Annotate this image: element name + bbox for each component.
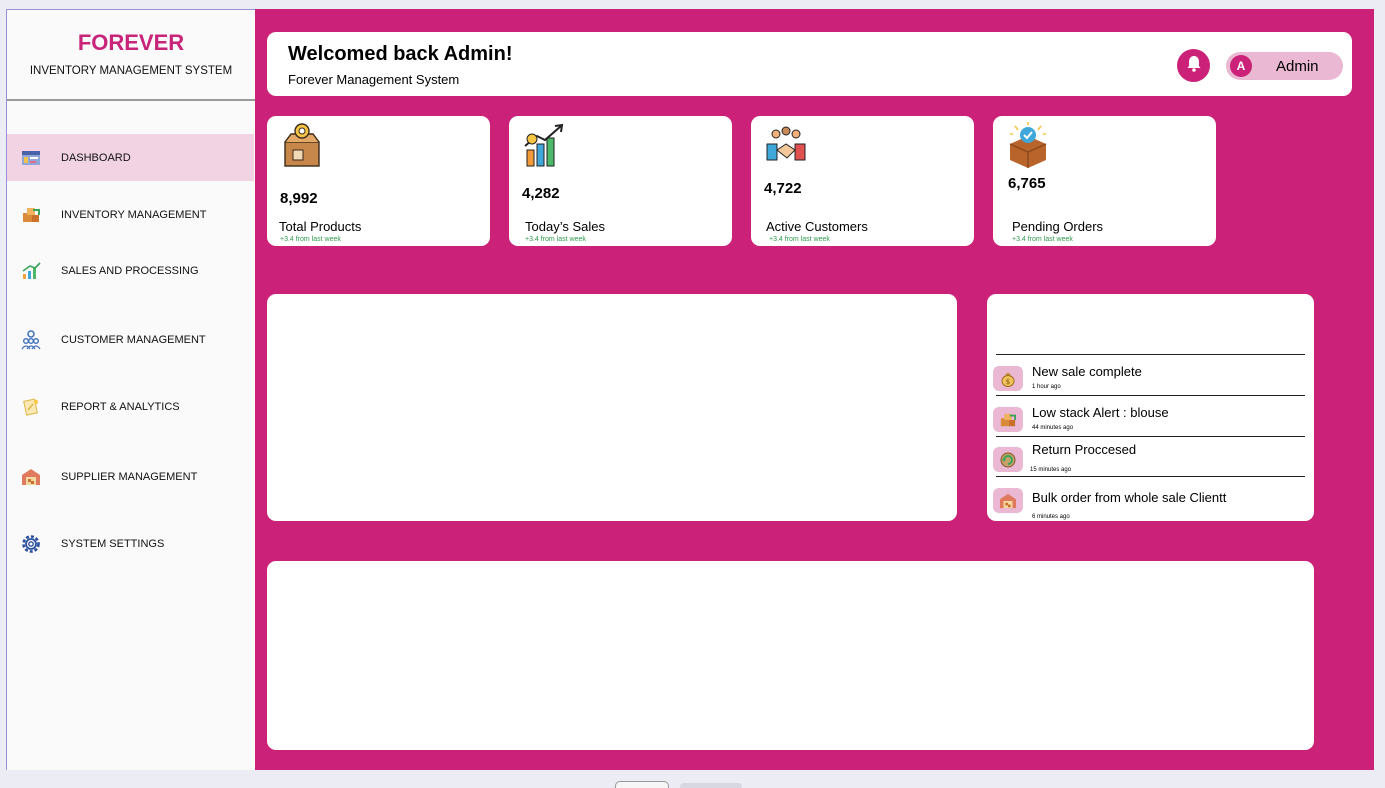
activity-title: Low stack Alert : blouse xyxy=(1032,405,1169,420)
welcome-title: Welcomed back Admin! xyxy=(288,43,513,65)
nav-label: INVENTORY MANAGEMENT xyxy=(61,209,207,221)
bottom-panel xyxy=(267,561,1314,750)
divider xyxy=(996,395,1305,396)
bell-icon xyxy=(1186,55,1202,77)
stat-label: Pending Orders xyxy=(1012,219,1104,234)
activity-title: Bulk order from whole sale Clientt xyxy=(1032,490,1227,505)
nav-item-dashboard[interactable]: DASHBOARD xyxy=(7,134,254,181)
avatar: A xyxy=(1230,55,1252,77)
stat-label: Active Customers xyxy=(766,219,868,234)
return-icon xyxy=(993,447,1023,472)
activity-item[interactable]: Return Proccesed 15 minutes ago xyxy=(991,442,1309,485)
nav-label: SUPPLIER MANAGEMENT xyxy=(61,471,198,483)
stat-card-total-products[interactable]: 8,992 Total Products +3.4 from last week xyxy=(267,116,490,246)
brand-subtitle: INVENTORY MANAGEMENT SYSTEM xyxy=(29,65,233,77)
handshake-icon xyxy=(763,122,809,168)
svg-text:$: $ xyxy=(1006,378,1010,386)
people-icon xyxy=(19,328,43,352)
recent-activity-panel: $ New sale complete 1 hour ago Low stack… xyxy=(987,294,1314,521)
order-box-icon xyxy=(1005,122,1051,168)
activity-time: 1 hour ago xyxy=(1032,384,1061,390)
boxes-icon xyxy=(993,407,1023,432)
nav-item-settings[interactable]: SYSTEM SETTINGS xyxy=(7,531,254,557)
stat-trend: +3.4 from last week xyxy=(525,236,586,243)
nav-label: SALES AND PROCESSING xyxy=(61,265,199,277)
user-name: Admin xyxy=(1276,57,1319,75)
activity-time: 6 minutes ago xyxy=(1032,514,1070,520)
chart-panel xyxy=(267,294,957,521)
stat-trend: +3.4 from last week xyxy=(1012,236,1073,243)
stat-card-todays-sales[interactable]: 4,282 Today’s Sales +3.4 from last week xyxy=(509,116,732,246)
nav-item-sales[interactable]: SALES AND PROCESSING xyxy=(7,258,254,284)
stat-label: Today’s Sales xyxy=(525,219,605,234)
activity-time: 15 minutes ago xyxy=(1030,467,1072,473)
divider xyxy=(996,436,1305,437)
user-menu[interactable]: A Admin xyxy=(1226,52,1343,80)
stat-value: 8,992 xyxy=(280,190,318,207)
stat-card-pending-orders[interactable]: 6,765 Pending Orders +3.4 from last week xyxy=(993,116,1216,246)
main-content: Welcomed back Admin! Forever Management … xyxy=(255,9,1374,770)
nav-item-suppliers[interactable]: SUPPLIER MANAGEMENT xyxy=(7,464,254,490)
report-icon xyxy=(19,395,43,419)
taskbar-item[interactable] xyxy=(615,781,669,788)
header: Welcomed back Admin! Forever Management … xyxy=(267,32,1352,96)
sales-growth-icon xyxy=(521,122,567,168)
nav-label: DASHBOARD xyxy=(61,151,131,164)
money-bag-icon: $ xyxy=(993,366,1023,391)
stat-value: 4,282 xyxy=(522,185,560,202)
welcome-subtitle: Forever Management System xyxy=(288,72,460,87)
activity-item[interactable]: $ New sale complete 1 hour ago xyxy=(991,364,1309,404)
product-box-icon xyxy=(279,122,325,168)
activity-title: New sale complete xyxy=(1032,364,1142,379)
warehouse-icon xyxy=(993,488,1023,513)
dashboard-icon xyxy=(19,146,43,170)
activity-item[interactable]: Bulk order from whole sale Clientt 6 min… xyxy=(991,486,1309,521)
divider xyxy=(996,476,1305,477)
stat-trend: +3.4 from last week xyxy=(280,236,341,243)
boxes-icon xyxy=(19,203,43,227)
nav-item-customers[interactable]: CUSTOMER MANAGEMENT xyxy=(7,327,254,353)
stat-value: 6,765 xyxy=(1008,175,1046,192)
stat-trend: +3.4 from last week xyxy=(769,236,830,243)
nav-label: REPORT & ANALYTICS xyxy=(61,401,180,413)
stat-card-active-customers[interactable]: 4,722 Active Customers +3.4 from last we… xyxy=(751,116,974,246)
warehouse-icon xyxy=(19,465,43,489)
nav-item-reports[interactable]: REPORT & ANALYTICS xyxy=(7,394,254,420)
activity-title: Return Proccesed xyxy=(1032,442,1137,457)
stat-label: Total Products xyxy=(279,219,362,234)
gear-icon xyxy=(19,532,43,556)
notification-button[interactable] xyxy=(1177,49,1210,82)
taskbar-item[interactable] xyxy=(680,783,742,788)
bar-chart-icon xyxy=(19,259,43,283)
brand: FOREVER INVENTORY MANAGEMENT SYSTEM xyxy=(7,10,255,101)
nav-label: SYSTEM SETTINGS xyxy=(61,538,165,550)
brand-title: FOREVER xyxy=(77,30,185,55)
stat-value: 4,722 xyxy=(764,180,802,197)
nav-item-inventory[interactable]: INVENTORY MANAGEMENT xyxy=(7,202,254,228)
divider xyxy=(996,354,1305,355)
activity-item[interactable]: Low stack Alert : blouse 44 minutes ago xyxy=(991,405,1309,445)
nav-label: CUSTOMER MANAGEMENT xyxy=(61,334,206,346)
activity-time: 44 minutes ago xyxy=(1032,425,1074,431)
sidebar: FOREVER INVENTORY MANAGEMENT SYSTEM DASH… xyxy=(6,9,255,770)
